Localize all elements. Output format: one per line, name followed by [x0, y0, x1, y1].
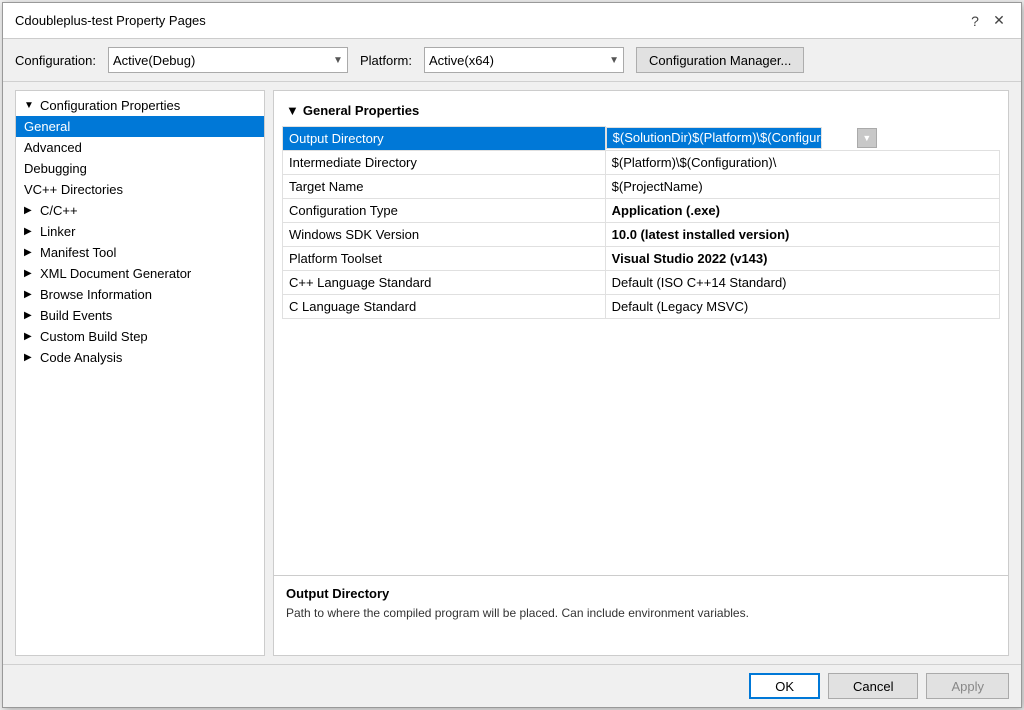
help-button[interactable]: ?: [965, 11, 985, 31]
cpp-arrow-icon: ▶: [24, 205, 36, 216]
toolbar-row: Configuration: Active(Debug) ▼ Platform:…: [3, 39, 1021, 82]
properties-area: ▼ General Properties Output Directory$(S…: [274, 91, 1008, 575]
linker-label: Linker: [40, 224, 75, 239]
properties-table: Output Directory$(SolutionDir)$(Platform…: [282, 126, 1000, 319]
advanced-label: Advanced: [24, 140, 82, 155]
table-row[interactable]: Target Name$(ProjectName): [283, 175, 1000, 199]
browse-arrow-icon: ▶: [24, 289, 36, 300]
property-pages-dialog: Cdoubleplus-test Property Pages ? ✕ Conf…: [2, 2, 1022, 708]
code-arrow-icon: ▶: [24, 352, 36, 363]
sidebar-item-browse[interactable]: ▶ Browse Information: [16, 284, 264, 305]
section-header: ▼ General Properties: [282, 99, 1000, 126]
sidebar-item-vc-directories[interactable]: VC++ Directories: [16, 179, 264, 200]
sidebar-item-xml-doc[interactable]: ▶ XML Document Generator: [16, 263, 264, 284]
tree-root-config-properties[interactable]: ▼ Configuration Properties: [16, 95, 264, 116]
platform-label: Platform:: [360, 53, 412, 68]
configuration-combo[interactable]: Active(Debug) ▼: [108, 47, 348, 73]
table-row[interactable]: Windows SDK Version10.0 (latest installe…: [283, 223, 1000, 247]
sidebar-item-advanced[interactable]: Advanced: [16, 137, 264, 158]
config-label: Configuration:: [15, 53, 96, 68]
platform-value: Active(x64): [429, 53, 494, 68]
config-manager-button[interactable]: Configuration Manager...: [636, 47, 804, 73]
right-panel: ▼ General Properties Output Directory$(S…: [273, 90, 1009, 656]
left-panel: ▼ Configuration Properties General Advan…: [15, 90, 265, 656]
ok-button[interactable]: OK: [749, 673, 820, 699]
config-combo-arrow: ▼: [333, 55, 343, 66]
debugging-label: Debugging: [24, 161, 87, 176]
build-arrow-icon: ▶: [24, 310, 36, 321]
sidebar-item-linker[interactable]: ▶ Linker: [16, 221, 264, 242]
close-button[interactable]: ✕: [989, 11, 1009, 31]
dialog-title: Cdoubleplus-test Property Pages: [15, 13, 206, 28]
xml-arrow-icon: ▶: [24, 268, 36, 279]
table-row[interactable]: Configuration TypeApplication (.exe): [283, 199, 1000, 223]
button-row: OK Cancel Apply: [3, 664, 1021, 707]
config-value: Active(Debug): [113, 53, 195, 68]
cancel-button[interactable]: Cancel: [828, 673, 918, 699]
title-bar: Cdoubleplus-test Property Pages ? ✕: [3, 3, 1021, 39]
cpp-label: C/C++: [40, 203, 78, 218]
manifest-label: Manifest Tool: [40, 245, 116, 260]
title-bar-controls: ? ✕: [965, 11, 1009, 31]
desc-title: Output Directory: [286, 586, 996, 601]
table-row[interactable]: C++ Language StandardDefault (ISO C++14 …: [283, 271, 1000, 295]
sidebar-item-code-analysis[interactable]: ▶ Code Analysis: [16, 347, 264, 368]
linker-arrow-icon: ▶: [24, 226, 36, 237]
sidebar-item-cpp[interactable]: ▶ C/C++: [16, 200, 264, 221]
general-label: General: [24, 119, 70, 134]
build-label: Build Events: [40, 308, 112, 323]
table-row[interactable]: Platform ToolsetVisual Studio 2022 (v143…: [283, 247, 1000, 271]
description-panel: Output Directory Path to where the compi…: [274, 575, 1008, 655]
custom-arrow-icon: ▶: [24, 331, 36, 342]
sidebar-item-manifest-tool[interactable]: ▶ Manifest Tool: [16, 242, 264, 263]
custom-label: Custom Build Step: [40, 329, 148, 344]
platform-combo[interactable]: Active(x64) ▼: [424, 47, 624, 73]
vc-directories-label: VC++ Directories: [24, 182, 123, 197]
manifest-arrow-icon: ▶: [24, 247, 36, 258]
sidebar-item-custom-build[interactable]: ▶ Custom Build Step: [16, 326, 264, 347]
table-row[interactable]: Intermediate Directory$(Platform)\$(Conf…: [283, 151, 1000, 175]
table-row[interactable]: Output Directory$(SolutionDir)$(Platform…: [283, 127, 1000, 151]
browse-label: Browse Information: [40, 287, 152, 302]
root-arrow-icon: ▼: [24, 100, 36, 111]
apply-button[interactable]: Apply: [926, 673, 1009, 699]
section-title: General Properties: [303, 103, 419, 118]
desc-text: Path to where the compiled program will …: [286, 605, 996, 622]
sidebar-item-general[interactable]: General: [16, 116, 264, 137]
sidebar-item-build-events[interactable]: ▶ Build Events: [16, 305, 264, 326]
main-content: ▼ Configuration Properties General Advan…: [3, 82, 1021, 664]
table-row[interactable]: C Language StandardDefault (Legacy MSVC): [283, 295, 1000, 319]
root-label: Configuration Properties: [40, 98, 180, 113]
section-collapse-icon: ▼: [286, 103, 299, 118]
sidebar-item-debugging[interactable]: Debugging: [16, 158, 264, 179]
platform-combo-arrow: ▼: [609, 55, 619, 66]
xml-label: XML Document Generator: [40, 266, 191, 281]
code-label: Code Analysis: [40, 350, 122, 365]
property-dropdown-btn[interactable]: ▼: [857, 128, 877, 148]
